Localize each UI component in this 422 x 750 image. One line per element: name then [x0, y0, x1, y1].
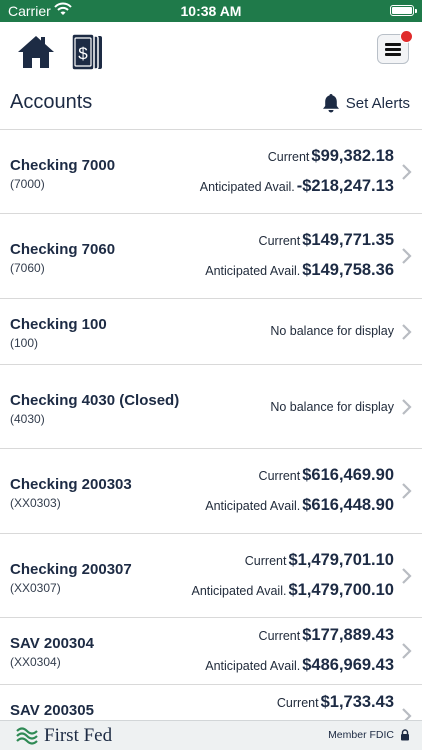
page-title: Accounts [10, 91, 93, 113]
notification-dot [400, 30, 413, 43]
menu-bar [385, 48, 401, 51]
anticipated-amount: -$218,247.13 [296, 177, 394, 195]
bell-icon [322, 94, 339, 113]
anticipated-label: Anticipated Avail. [191, 584, 287, 598]
brand-name: First Fed [44, 725, 113, 746]
chevron-right-icon [402, 248, 412, 264]
current-amount: $149,771.35 [302, 231, 394, 249]
current-amount: $177,889.43 [302, 626, 394, 644]
no-balance-text: No balance for display [270, 400, 394, 414]
accounts-header: Accounts Set Alerts [0, 82, 422, 130]
account-name: SAV 200304 [10, 635, 94, 652]
current-label: Current [258, 234, 301, 248]
account-number: (4030) [10, 412, 45, 426]
chevron-right-icon [402, 399, 412, 415]
account-number: (XX0304) [10, 655, 61, 669]
menu-button[interactable] [377, 30, 413, 64]
current-label: Current [244, 554, 287, 568]
account-row[interactable]: SAV 200305 Current $1,733.43 [0, 685, 422, 725]
account-row[interactable]: Checking 200307 (XX0307) Current $1,479,7… [0, 534, 422, 618]
member-fdic: Member FDIC [328, 729, 410, 741]
menu-bar [385, 43, 401, 46]
account-row[interactable]: SAV 200304 (XX0304) Current $177,889.43 A… [0, 618, 422, 685]
current-label: Current [258, 629, 301, 643]
anticipated-amount: $616,448.90 [302, 496, 394, 514]
account-row[interactable]: Checking 4030 (Closed) (4030) No balance… [0, 365, 422, 449]
account-name: Checking 100 [10, 316, 107, 333]
account-name: Checking 7000 [10, 157, 116, 174]
account-name: Checking 200303 [10, 476, 132, 493]
account-name: Checking 200307 [10, 561, 132, 578]
anticipated-balance: Anticipated Avail. -$218,247.13 [200, 177, 394, 196]
clock: 10:38 AM [180, 3, 242, 19]
current-balance: Current $99,382.18 [268, 147, 394, 166]
anticipated-label: Anticipated Avail. [205, 264, 301, 278]
current-amount: $1,733.43 [320, 693, 394, 711]
anticipated-label: Anticipated Avail. [199, 180, 295, 194]
account-row[interactable]: Checking 100 (100) No balance for displa… [0, 299, 422, 365]
current-label: Current [258, 469, 301, 483]
chevron-right-icon [402, 164, 412, 180]
anticipated-label: Anticipated Avail. [205, 499, 301, 513]
anticipated-amount: $486,969.43 [302, 656, 394, 674]
fdic-label: Member FDIC [328, 729, 394, 741]
top-nav: $ [0, 22, 422, 82]
chevron-right-icon [402, 643, 412, 659]
wave-logo-icon [16, 727, 38, 745]
current-amount: $1,479,701.10 [288, 551, 394, 569]
anticipated-balance: Anticipated Avail. $149,758.36 [205, 261, 394, 280]
brand-logo: First Fed [16, 725, 112, 747]
anticipated-balance: Anticipated Avail. $486,969.43 [205, 656, 394, 675]
set-alerts-button[interactable]: Set Alerts [322, 92, 410, 114]
current-label: Current [267, 150, 310, 164]
lock-icon [401, 729, 409, 741]
account-row[interactable]: Checking 7000 (7000) Current $99,382.18 A… [0, 130, 422, 214]
home-button[interactable] [16, 34, 56, 70]
mobile-deposit-icon: $ [71, 33, 102, 71]
svg-text:$: $ [78, 44, 88, 63]
anticipated-balance: Anticipated Avail. $616,448.90 [205, 496, 394, 515]
account-number: (100) [10, 336, 39, 350]
current-label: Current [276, 696, 319, 710]
status-bar: Carrier 10:38 AM [0, 0, 422, 22]
accounts-list: Checking 7000 (7000) Current $99,382.18 A… [0, 130, 422, 725]
current-balance: Current $1,479,701.10 [245, 551, 394, 570]
current-balance: Current $1,733.43 [277, 693, 394, 712]
current-amount: $616,469.90 [302, 466, 394, 484]
account-name: Checking 7060 [10, 241, 116, 258]
anticipated-balance: Anticipated Avail. $1,479,700.10 [191, 581, 394, 600]
chevron-right-icon [402, 324, 412, 340]
account-number: (XX0303) [10, 496, 61, 510]
battery-icon [390, 5, 417, 16]
account-name: SAV 200305 [10, 702, 94, 719]
anticipated-label: Anticipated Avail. [205, 659, 301, 673]
account-name: Checking 4030 (Closed) [10, 392, 180, 409]
account-row[interactable]: Checking 200303 (XX0303) Current $616,469… [0, 449, 422, 534]
current-amount: $99,382.18 [311, 147, 394, 165]
account-number: (7000) [10, 177, 45, 191]
chevron-right-icon [402, 483, 412, 499]
current-balance: Current $616,469.90 [259, 466, 394, 485]
home-icon [18, 36, 54, 68]
mobile-deposit-button[interactable]: $ [70, 32, 104, 72]
set-alerts-label: Set Alerts [345, 94, 410, 112]
account-number: (XX0307) [10, 581, 61, 595]
account-row[interactable]: Checking 7060 (7060) Current $149,771.35 … [0, 214, 422, 299]
current-balance: Current $149,771.35 [259, 231, 394, 250]
no-balance-text: No balance for display [270, 324, 394, 338]
anticipated-amount: $1,479,700.10 [288, 581, 394, 599]
anticipated-amount: $149,758.36 [302, 261, 394, 279]
menu-bar [385, 53, 401, 56]
footer: First Fed Member FDIC [0, 720, 422, 750]
current-balance: Current $177,889.43 [259, 626, 394, 645]
chevron-right-icon [402, 568, 412, 584]
account-number: (7060) [10, 261, 45, 275]
